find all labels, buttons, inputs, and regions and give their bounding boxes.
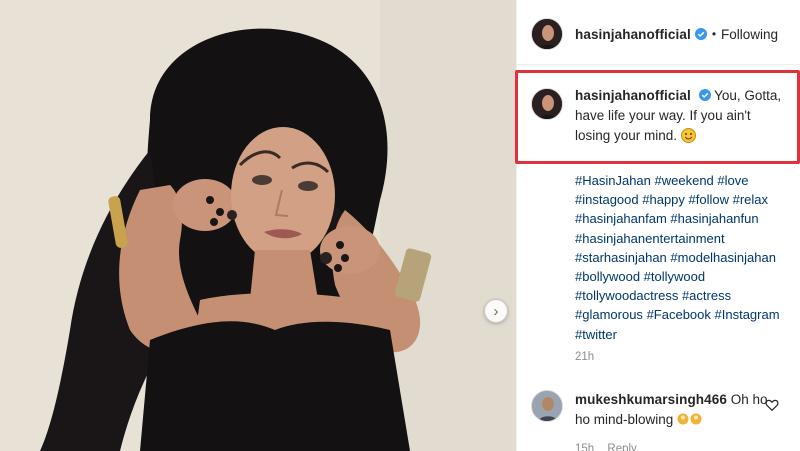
hashtag-link[interactable]: #relax bbox=[733, 192, 768, 207]
comment-time[interactable]: 15h bbox=[575, 443, 594, 451]
comment-meta: 15h Reply bbox=[575, 443, 637, 451]
hashtag-link[interactable]: #modelhasinjahan bbox=[670, 250, 776, 265]
hashtag-link[interactable]: #HasinJahan bbox=[575, 173, 651, 188]
comment-reply-button[interactable]: Reply bbox=[607, 443, 636, 451]
heart-icon[interactable] bbox=[765, 398, 779, 412]
hashtag-list: #HasinJahan #weekend #love #instagood #h… bbox=[575, 171, 797, 344]
hashtag-link[interactable]: #glamorous bbox=[575, 307, 643, 322]
smiling-face-icon bbox=[680, 128, 696, 143]
post-header: hasinjahanofficial • Following bbox=[531, 16, 778, 52]
caption-username[interactable]: hasinjahanofficial bbox=[575, 88, 691, 103]
hashtag-link[interactable]: #hasinjahanfun bbox=[670, 211, 758, 226]
verified-badge-icon bbox=[698, 89, 711, 101]
following-button[interactable]: Following bbox=[721, 27, 778, 42]
author-avatar[interactable] bbox=[531, 18, 563, 50]
commenter-avatar[interactable] bbox=[531, 390, 563, 422]
hashtag-link[interactable]: #Instagram bbox=[715, 307, 780, 322]
ok-hand-emoji-icon bbox=[677, 413, 702, 425]
chevron-right-icon: › bbox=[493, 302, 499, 320]
hashtag-link[interactable]: #actress bbox=[682, 288, 731, 303]
header-divider bbox=[517, 64, 800, 65]
comment-item: mukeshkumarsingh466 Oh ho ho mind-blowin… bbox=[531, 390, 793, 430]
hashtag-link[interactable]: #follow bbox=[689, 192, 729, 207]
post-caption: hasinjahanofficial You, Gotta, have life… bbox=[531, 86, 793, 146]
caption-author-avatar[interactable] bbox=[531, 88, 563, 120]
hashtag-link[interactable]: #hasinjahanentertainment bbox=[575, 231, 725, 246]
post-photo-illustration bbox=[0, 0, 516, 451]
author-username[interactable]: hasinjahanofficial bbox=[575, 27, 691, 42]
caption-text-block: hasinjahanofficial You, Gotta, have life… bbox=[575, 86, 789, 146]
hashtag-link[interactable]: #bollywood bbox=[575, 269, 640, 284]
hashtag-link[interactable]: #Facebook bbox=[647, 307, 711, 322]
hashtag-link[interactable]: #instagood bbox=[575, 192, 639, 207]
post-timestamp[interactable]: 21h bbox=[575, 351, 594, 363]
hashtag-link[interactable]: #starhasinjahan bbox=[575, 250, 667, 265]
header-separator: • bbox=[711, 27, 717, 41]
post-side-panel: hasinjahanofficial • Following hasinjaha… bbox=[515, 0, 800, 451]
hashtag-link[interactable]: #hasinjahanfam bbox=[575, 211, 667, 226]
hashtag-link[interactable]: #tollywood bbox=[644, 269, 705, 284]
hashtag-link[interactable]: #tollywoodactress bbox=[575, 288, 678, 303]
hashtag-link[interactable]: #weekend bbox=[655, 173, 714, 188]
commenter-username[interactable]: mukeshkumarsingh466 bbox=[575, 392, 727, 407]
carousel-next-button[interactable]: › bbox=[484, 299, 508, 323]
comment-text-block: mukeshkumarsingh466 Oh ho ho mind-blowin… bbox=[575, 390, 771, 430]
hashtag-link[interactable]: #twitter bbox=[575, 327, 617, 342]
verified-badge-icon bbox=[694, 28, 707, 40]
hashtag-link[interactable]: #happy bbox=[642, 192, 685, 207]
post-photo[interactable]: › bbox=[0, 0, 516, 451]
hashtag-link[interactable]: #love bbox=[717, 173, 748, 188]
